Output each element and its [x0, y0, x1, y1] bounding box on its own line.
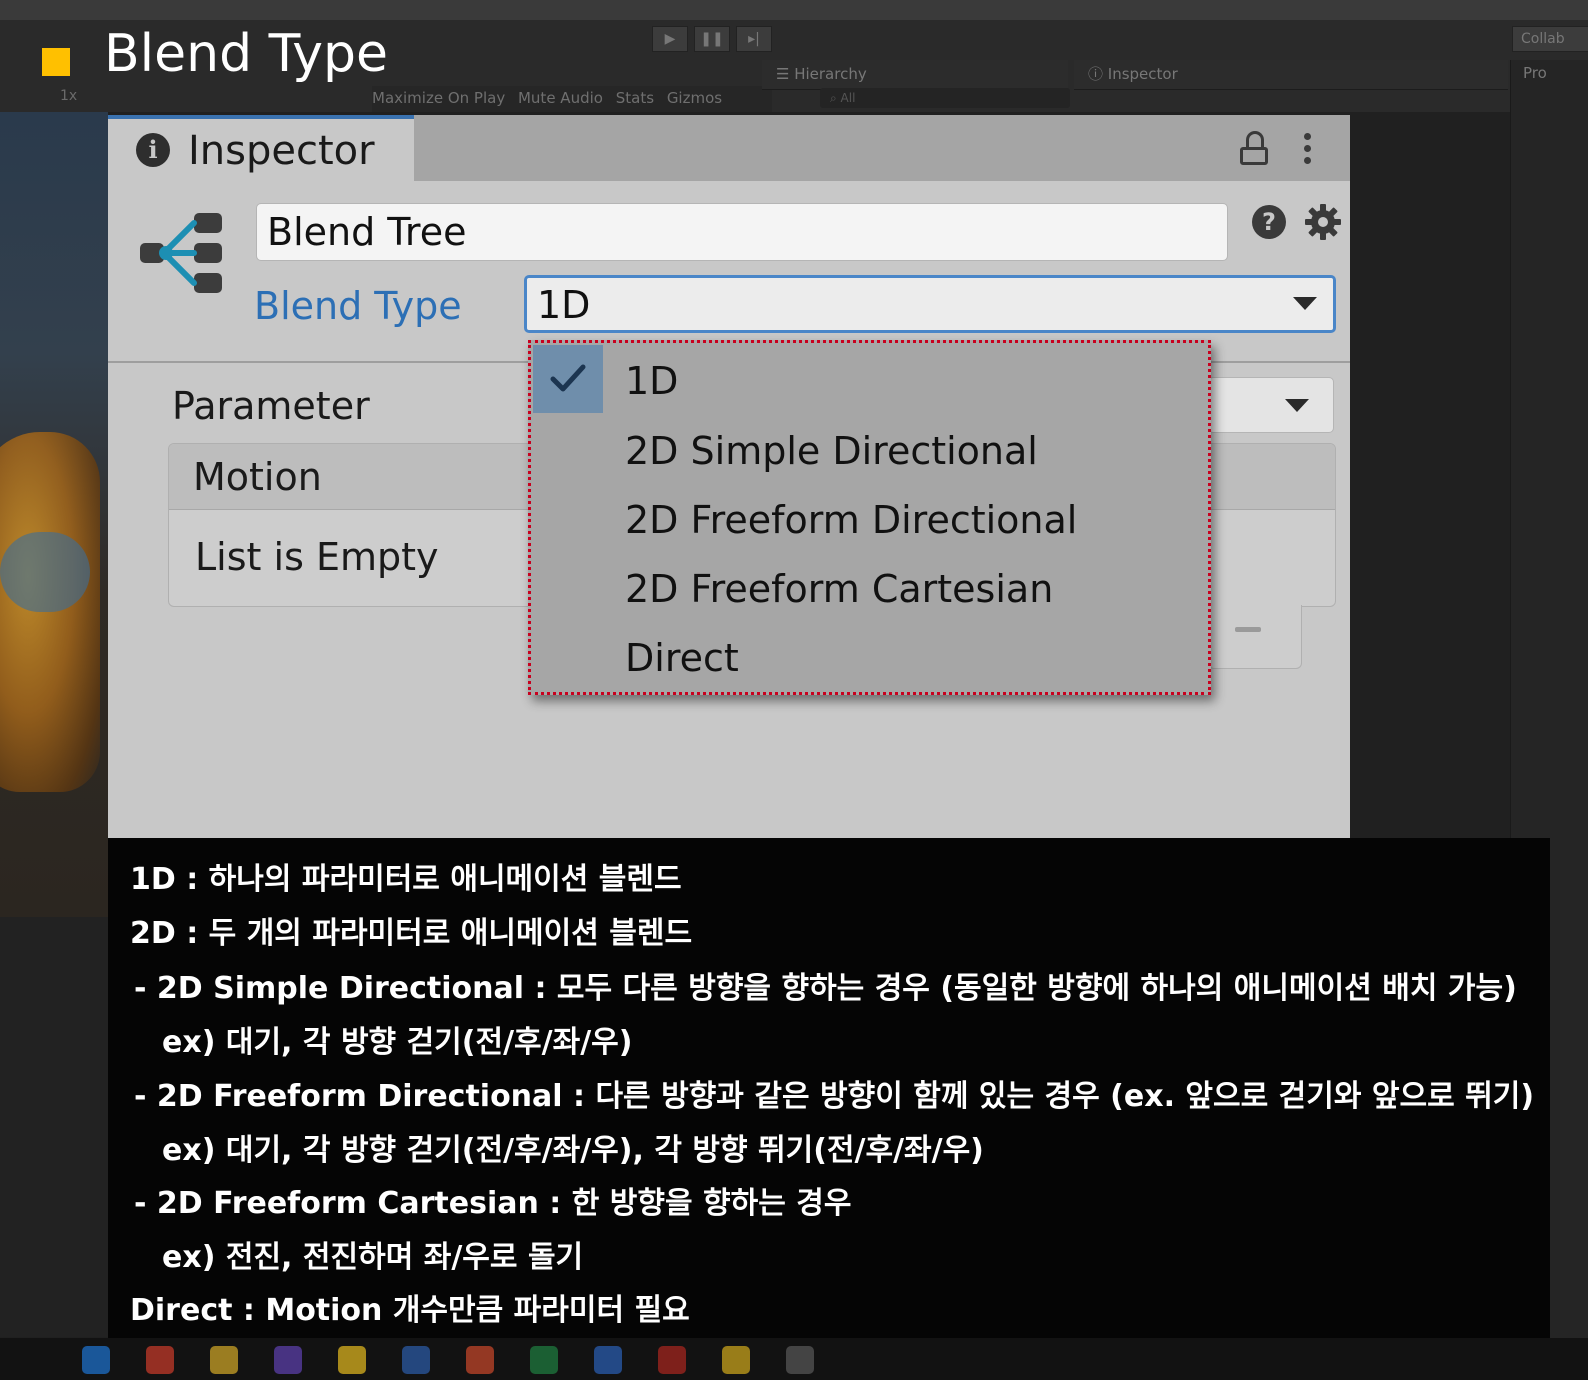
parameter-dropdown[interactable] [1208, 377, 1334, 433]
taskbar-app-icon[interactable] [722, 1346, 750, 1374]
caption-box: 1D : 하나의 파라미터로 애니메이션 블렌드 2D : 두 개의 파라미터로… [108, 838, 1550, 1338]
taskbar-chrome-icon[interactable] [146, 1346, 174, 1374]
game-scale-label: 1x [60, 88, 78, 104]
taskbar-powerpoint-icon[interactable] [466, 1346, 494, 1374]
menu-item-direct[interactable]: Direct [625, 633, 739, 683]
caption-line: 1D : 하나의 파라미터로 애니메이션 블렌드 [130, 862, 682, 897]
taskbar-word-icon[interactable] [594, 1346, 622, 1374]
play-button[interactable]: ▶ [652, 26, 688, 52]
parameter-label: Parameter [172, 384, 370, 428]
hierarchy-tab[interactable]: ☰ Hierarchy [762, 60, 1068, 90]
lock-icon[interactable] [1240, 131, 1268, 165]
blend-type-value: 1D [537, 283, 591, 327]
stats-toggle[interactable]: Stats [616, 89, 654, 107]
game-view-toolbar: Maximize On Play Mute Audio Stats Gizmos [372, 86, 772, 112]
minus-icon[interactable] [1235, 627, 1261, 632]
caption-line: ex) 대기, 각 방향 걷기(전/후/좌/우) [162, 1025, 633, 1060]
taskbar-app-icon[interactable] [786, 1346, 814, 1374]
checkmark-icon [550, 364, 586, 392]
menu-item-2d-simple-directional[interactable]: 2D Simple Directional [625, 426, 1038, 476]
caption-line: - 2D Freeform Cartesian : 한 방향을 향하는 경우 [134, 1186, 852, 1221]
dropdown-caret-icon [1285, 399, 1309, 412]
pause-button[interactable]: ❚❚ [694, 26, 730, 52]
gizmos-dropdown[interactable]: Gizmos [667, 89, 722, 107]
caption-line: Direct : Motion 개수만큼 파라미터 필요 [130, 1293, 690, 1328]
selected-highlight [533, 345, 603, 413]
slide-title: Blend Type [104, 24, 389, 84]
info-icon: i [136, 133, 170, 167]
help-icon[interactable]: ? [1252, 205, 1286, 239]
taskbar-app-icon[interactable] [658, 1346, 686, 1374]
editor-title-bar [0, 0, 1588, 20]
collab-button[interactable]: Collab [1512, 26, 1588, 52]
project-tab[interactable]: Pro [1523, 64, 1547, 82]
taskbar-app-icon[interactable] [274, 1346, 302, 1374]
inspector-tab-background[interactable]: ⓘ Inspector [1074, 60, 1508, 90]
blend-tree-icon [140, 213, 222, 293]
hierarchy-search-input[interactable]: ⌕ All [820, 88, 1070, 108]
list-empty-text: List is Empty [195, 535, 439, 579]
mute-audio-toggle[interactable]: Mute Audio [518, 89, 603, 107]
kebab-menu-icon[interactable] [1301, 133, 1313, 167]
menu-item-1d[interactable]: 1D [625, 356, 678, 406]
blend-type-label: Blend Type [254, 284, 462, 328]
menu-item-2d-freeform-cartesian[interactable]: 2D Freeform Cartesian [625, 564, 1053, 614]
caption-line: 2D : 두 개의 파라미터로 애니메이션 블렌드 [130, 916, 693, 951]
motion-header-label: Motion [193, 455, 322, 499]
screen: ▶ ❚❚ ▸| Collab 1x Maximize On Play Mute … [0, 0, 1588, 1380]
caption-line: ex) 전진, 전진하며 좌/우로 돌기 [162, 1240, 584, 1275]
title-bullet-square [42, 48, 70, 76]
taskbar-folder-icon[interactable] [210, 1346, 238, 1374]
taskbar-excel-icon[interactable] [530, 1346, 558, 1374]
menu-item-2d-freeform-directional[interactable]: 2D Freeform Directional [625, 495, 1077, 545]
taskbar-edge-icon[interactable] [82, 1346, 110, 1374]
inspector-tab[interactable]: i Inspector [108, 115, 414, 181]
gear-icon[interactable] [1304, 203, 1342, 241]
taskbar-app-icon[interactable] [402, 1346, 430, 1374]
blend-type-dropdown[interactable]: 1D [524, 275, 1336, 333]
step-button[interactable]: ▸| [736, 26, 772, 52]
caption-line: ex) 대기, 각 방향 걷기(전/후/좌/우), 각 방향 뛰기(전/후/좌/… [162, 1133, 984, 1168]
character-image [0, 432, 100, 792]
character-clothing [0, 532, 90, 612]
console-panel [0, 917, 108, 1337]
blend-type-menu: 1D 2D Simple Directional 2D Freeform Dir… [528, 340, 1211, 695]
list-footer [1208, 605, 1302, 669]
caption-line: - 2D Freeform Directional : 다른 방향과 같은 방향… [134, 1079, 1535, 1114]
taskbar-kakaotalk-icon[interactable] [338, 1346, 366, 1374]
caption-line: - 2D Simple Directional : 모두 다른 방향을 향하는 … [134, 971, 1517, 1006]
game-view [0, 112, 108, 917]
object-name-field[interactable]: Blend Tree [256, 203, 1228, 261]
inspector-tab-label: Inspector [188, 128, 375, 174]
dropdown-caret-icon [1293, 297, 1317, 310]
maximize-on-play-toggle[interactable]: Maximize On Play [372, 89, 505, 107]
